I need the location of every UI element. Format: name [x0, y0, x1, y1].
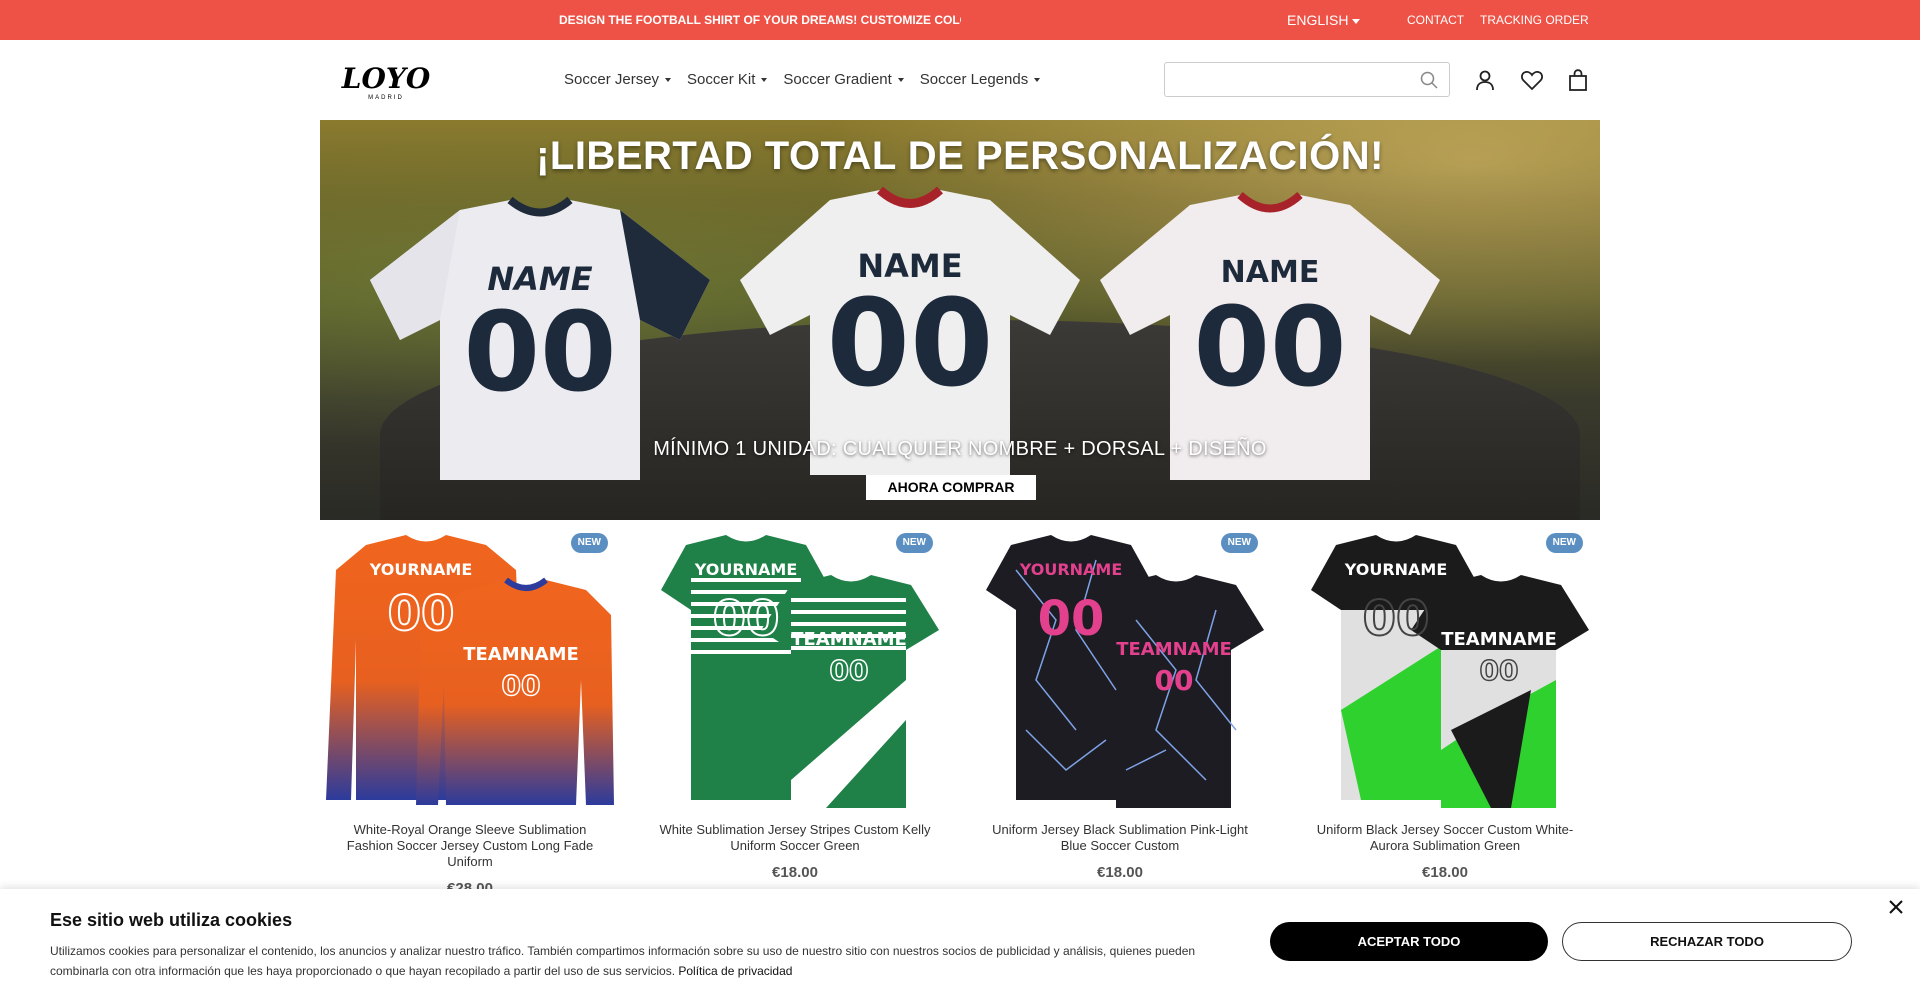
- product-shirt-number: 00: [713, 591, 780, 647]
- shopping-bag-icon[interactable]: [1566, 68, 1590, 92]
- search-input[interactable]: [1173, 69, 1403, 91]
- product-image[interactable]: YOURNAME 00 TEAMNAME 00: [1301, 530, 1589, 812]
- reject-all-button[interactable]: RECHAZAR TODO: [1562, 922, 1852, 961]
- product-image[interactable]: YOURNAME 00 TEAMNAME 00: [326, 530, 614, 812]
- nav-soccer-gradient[interactable]: Soccer Gradient: [783, 71, 904, 88]
- nav-label: Soccer Kit: [687, 71, 756, 88]
- cookie-title: Ese sitio web utiliza cookies: [50, 910, 293, 930]
- hero-subtitle: MÍNIMO 1 UNIDAD: CUALQUIER NOMBRE + DORS…: [653, 438, 1267, 460]
- logo-text: LOYO: [341, 62, 431, 95]
- product-shirt-text: TEAMNAME: [1116, 639, 1232, 660]
- product-title[interactable]: Uniform Jersey Black Sublimation Pink-Li…: [980, 822, 1260, 854]
- caret-down-icon: [1034, 78, 1041, 83]
- promo-text: DESIGN THE FOOTBALL SHIRT OF YOUR DREAMS…: [559, 13, 961, 27]
- tracking-order-link[interactable]: TRACKING ORDER: [1480, 13, 1589, 27]
- nav-soccer-jersey[interactable]: Soccer Jersey: [564, 71, 672, 88]
- logo-subtext: MADRID: [368, 95, 404, 101]
- product-shirt-number: 00: [1155, 664, 1194, 697]
- search-box: [1164, 62, 1450, 97]
- product-card[interactable]: YOURNAME 00 TEAMNAME 00 NEW Uniform Jers…: [970, 528, 1270, 908]
- product-image[interactable]: YOURNAME 00 TEAMNAME 00: [651, 530, 939, 812]
- caret-down-icon: [1352, 18, 1361, 24]
- product-image[interactable]: YOURNAME 00 TEAMNAME 00: [976, 530, 1264, 812]
- product-shirt-text: YOURNAME: [369, 560, 473, 579]
- product-shirt-text: TEAMNAME: [791, 629, 907, 650]
- main-nav: Soccer Jersey Soccer Kit Soccer Gradient…: [564, 71, 1041, 88]
- product-shirt-number: 00: [1038, 591, 1105, 647]
- contact-link[interactable]: CONTACT: [1407, 13, 1464, 27]
- product-shirt-number: 00: [1363, 591, 1430, 647]
- product-title[interactable]: White-Royal Orange Sleeve Sublimation Fa…: [330, 822, 610, 870]
- caret-down-icon: [665, 78, 672, 83]
- product-price: €18.00: [1422, 864, 1468, 881]
- close-icon[interactable]: [1888, 899, 1904, 915]
- user-icon[interactable]: [1473, 68, 1497, 92]
- heart-icon[interactable]: [1520, 68, 1544, 92]
- hero-banner[interactable]: NAME 00 NAME 00 NAME 00 ¡LIBERTAD TOTAL …: [320, 120, 1600, 520]
- new-badge: NEW: [1220, 533, 1258, 553]
- product-price: €18.00: [1097, 864, 1143, 881]
- product-shirt-number: 00: [830, 654, 869, 687]
- product-shirt-text: TEAMNAME: [463, 644, 579, 665]
- product-title[interactable]: Uniform Black Jersey Soccer Custom White…: [1305, 822, 1585, 854]
- product-shirt-text: TEAMNAME: [1441, 629, 1557, 650]
- caret-down-icon: [897, 78, 904, 83]
- new-badge: NEW: [895, 533, 933, 553]
- product-card[interactable]: YOURNAME 00 TEAMNAME 00 NEW White Sublim…: [645, 528, 945, 908]
- search-icon[interactable]: [1419, 70, 1439, 90]
- accept-all-button[interactable]: ACEPTAR TODO: [1270, 922, 1548, 961]
- product-shirt-number: 00: [1480, 654, 1519, 687]
- product-shirt-text: YOURNAME: [694, 560, 798, 579]
- caret-down-icon: [761, 78, 768, 83]
- cookie-banner: Ese sitio web utiliza cookies Utilizamos…: [0, 889, 1920, 993]
- hero-shirt-number: 00: [1193, 283, 1346, 411]
- language-label: ENGLISH: [1287, 12, 1349, 28]
- new-badge: NEW: [570, 533, 608, 553]
- loyo-logo[interactable]: LOYO MADRID: [340, 62, 432, 102]
- product-card[interactable]: YOURNAME 00 TEAMNAME 00 NEW White-Royal …: [320, 528, 620, 908]
- hero-shirt-number: 00: [827, 275, 994, 414]
- privacy-policy-link[interactable]: Política de privacidad: [678, 964, 792, 978]
- product-price: €18.00: [772, 864, 818, 881]
- hero-title: ¡LIBERTAD TOTAL DE PERSONALIZACIÓN!: [536, 134, 1384, 178]
- nav-soccer-kit[interactable]: Soccer Kit: [687, 71, 768, 88]
- nav-label: Soccer Gradient: [783, 71, 892, 88]
- product-title[interactable]: White Sublimation Jersey Stripes Custom …: [655, 822, 935, 854]
- cookie-text: Utilizamos cookies para personalizar el …: [50, 941, 1230, 981]
- product-card[interactable]: YOURNAME 00 TEAMNAME 00 NEW Uniform Blac…: [1295, 528, 1595, 908]
- nav-label: Soccer Jersey: [564, 71, 660, 88]
- site-header: LOYO MADRID Soccer Jersey Soccer Kit Soc…: [0, 40, 1920, 120]
- cookie-body: Utilizamos cookies para personalizar el …: [50, 944, 1196, 978]
- product-grid: YOURNAME 00 TEAMNAME 00 NEW White-Royal …: [320, 528, 1600, 908]
- product-shirt-text: YOURNAME: [1344, 560, 1448, 579]
- nav-soccer-legends[interactable]: Soccer Legends: [919, 71, 1041, 88]
- shop-now-button[interactable]: AHORA COMPRAR: [866, 475, 1036, 500]
- product-shirt-text: YOURNAME: [1019, 560, 1123, 579]
- top-announcement-bar: DESIGN THE FOOTBALL SHIRT OF YOUR DREAMS…: [0, 0, 1920, 40]
- nav-label: Soccer Legends: [919, 71, 1029, 88]
- product-shirt-number: 00: [388, 586, 455, 642]
- product-shirt-number: 00: [502, 669, 541, 702]
- language-selector[interactable]: ENGLISH: [1287, 12, 1361, 28]
- hero-shirt-number: 00: [463, 288, 616, 416]
- new-badge: NEW: [1545, 533, 1583, 553]
